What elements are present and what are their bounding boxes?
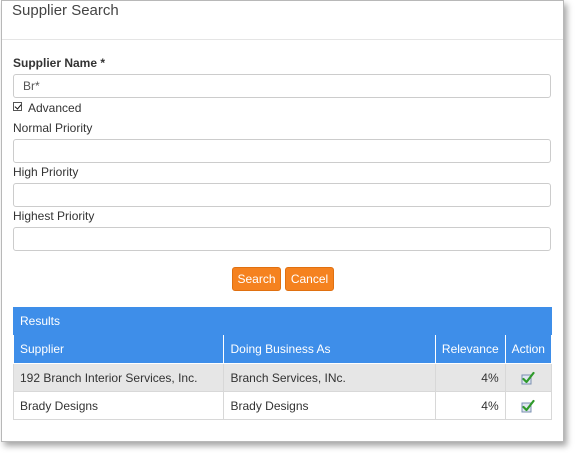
- results-table: Supplier Doing Business As Relevance Act…: [12, 335, 553, 420]
- action-cell: [504, 391, 553, 420]
- action-cell: [504, 363, 553, 392]
- cancel-button[interactable]: Cancel: [285, 267, 334, 291]
- results-header: Results: [13, 307, 552, 335]
- advanced-checkbox[interactable]: [13, 102, 22, 111]
- dba-cell: Branch Services, INc.: [223, 363, 436, 392]
- dba-cell: Brady Designs: [223, 391, 436, 420]
- select-check-icon[interactable]: [521, 371, 535, 385]
- high-priority-input[interactable]: [13, 183, 551, 207]
- relevance-cell: 4%: [434, 363, 506, 392]
- supplier-name-label: Supplier Name *: [13, 56, 106, 70]
- table-row: Brady Designs Brady Designs 4%: [12, 391, 553, 420]
- column-action: Action: [504, 335, 553, 364]
- supplier-cell: 192 Branch Interior Services, Inc.: [12, 363, 225, 392]
- advanced-label: Advanced: [28, 101, 82, 115]
- supplier-cell: Brady Designs: [12, 391, 225, 420]
- supplier-search-dialog: Supplier Search Supplier Name * Br* Adva…: [1, 0, 564, 442]
- search-button[interactable]: Search: [232, 267, 281, 291]
- table-row: 192 Branch Interior Services, Inc. Branc…: [12, 363, 553, 392]
- highest-priority-input[interactable]: [13, 227, 551, 251]
- normal-priority-input[interactable]: [13, 139, 551, 163]
- results-column-header-row: Supplier Doing Business As Relevance Act…: [12, 335, 553, 364]
- column-relevance: Relevance: [434, 335, 506, 364]
- normal-priority-label: Normal Priority: [13, 121, 93, 135]
- highest-priority-label: Highest Priority: [13, 209, 95, 223]
- column-supplier: Supplier: [12, 335, 225, 364]
- supplier-name-input[interactable]: Br*: [13, 74, 551, 98]
- select-check-icon[interactable]: [521, 399, 535, 413]
- column-doing-business-as: Doing Business As: [223, 335, 436, 364]
- dialog-header: Supplier Search: [2, 1, 563, 40]
- dialog-title: Supplier Search: [12, 2, 119, 19]
- high-priority-label: High Priority: [13, 165, 79, 179]
- relevance-cell: 4%: [434, 391, 506, 420]
